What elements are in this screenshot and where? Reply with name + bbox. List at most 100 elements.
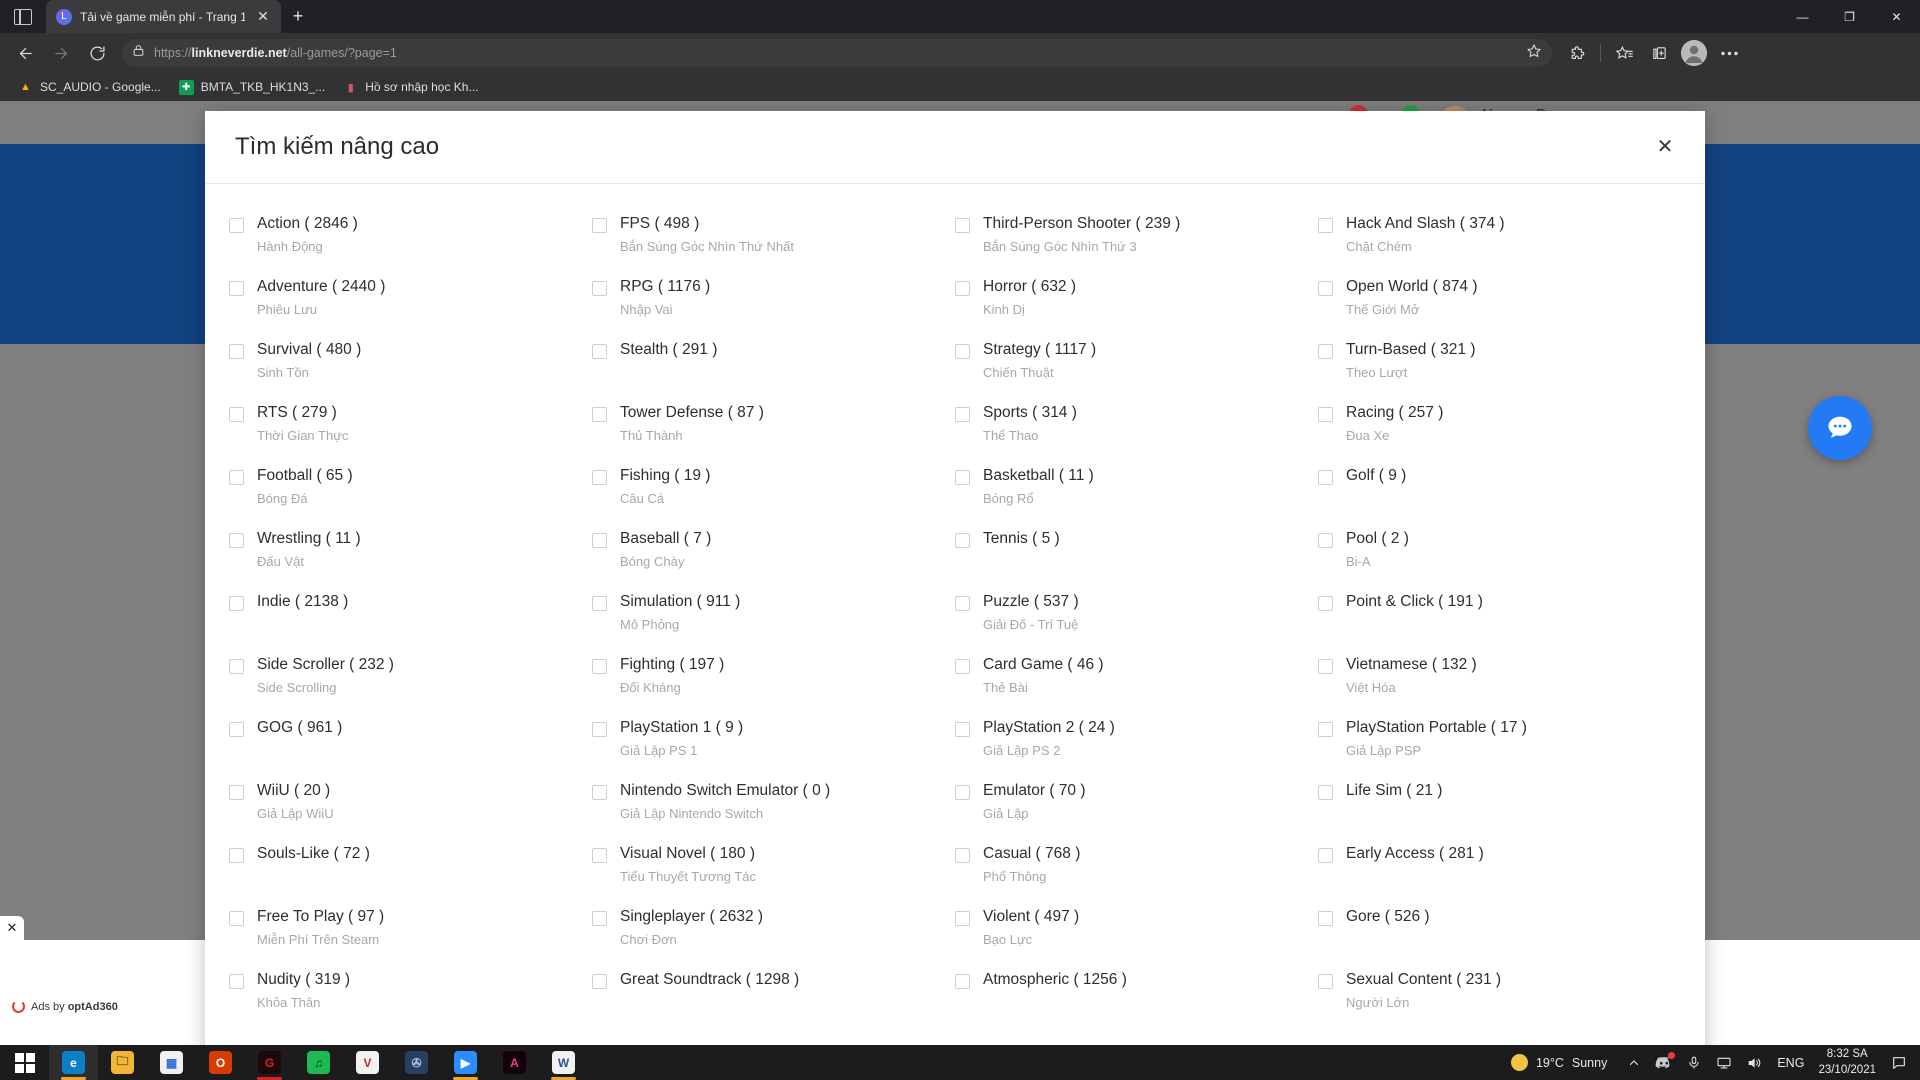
category-checkbox-item[interactable]: Wrestling ( 11 )Đấu Vật [229,529,592,592]
category-checkbox-item[interactable]: Violent ( 497 )Bạo Lực [955,907,1318,970]
category-checkbox-item[interactable]: Visual Novel ( 180 )Tiểu Thuyết Tương Tá… [592,844,955,907]
checkbox-input[interactable] [592,659,607,674]
category-checkbox-item[interactable]: Racing ( 257 )Đua Xe [1318,403,1681,466]
bookmark-item[interactable]: ▲ SC_AUDIO - Google... [10,77,169,98]
bookmark-item[interactable]: ▮ Hồ sơ nhập học Kh... [335,77,486,98]
category-checkbox-item[interactable]: Gore ( 526 ) [1318,907,1681,970]
checkbox-input[interactable] [229,911,244,926]
checkbox-input[interactable] [229,659,244,674]
checkbox-input[interactable] [955,785,970,800]
star-plus-icon[interactable] [1526,43,1542,64]
extensions-puzzle-icon[interactable] [1560,38,1594,68]
tab-close-icon[interactable]: ✕ [253,7,273,27]
checkbox-input[interactable] [1318,470,1333,485]
category-checkbox-item[interactable]: Tower Defense ( 87 )Thủ Thành [592,403,955,466]
checkbox-input[interactable] [229,344,244,359]
category-checkbox-item[interactable]: PlayStation 1 ( 9 )Giả Lập PS 1 [592,718,955,781]
checkbox-input[interactable] [592,722,607,737]
checkbox-input[interactable] [955,470,970,485]
back-arrow-icon[interactable] [8,38,42,68]
category-checkbox-item[interactable]: Survival ( 480 )Sinh Tồn [229,340,592,403]
category-checkbox-item[interactable]: Indie ( 2138 ) [229,592,592,655]
category-checkbox-item[interactable]: Basketball ( 11 )Bóng Rổ [955,466,1318,529]
close-icon[interactable]: ✕ [1652,133,1678,159]
checkbox-input[interactable] [592,848,607,863]
checkbox-input[interactable] [1318,974,1333,989]
category-checkbox-item[interactable]: WiiU ( 20 )Giả Lập WiiU [229,781,592,844]
checkbox-input[interactable] [955,344,970,359]
taskbar-app-audition[interactable]: A [490,1045,539,1080]
taskbar-app-zoom[interactable]: ▶ [441,1045,490,1080]
taskbar-app-garena[interactable]: G [245,1045,294,1080]
forward-arrow-icon[interactable] [44,38,78,68]
category-checkbox-item[interactable]: Strategy ( 1117 )Chiến Thuật [955,340,1318,403]
checkbox-input[interactable] [1318,218,1333,233]
favorites-list-icon[interactable] [1607,38,1641,68]
taskbar-app-microsoft-edge[interactable]: e [49,1045,98,1080]
category-checkbox-item[interactable]: Pool ( 2 )Bi-A [1318,529,1681,592]
category-checkbox-item[interactable]: Singleplayer ( 2632 )Chơi Đơn [592,907,955,970]
category-checkbox-item[interactable]: Nudity ( 319 )Khỏa Thân [229,970,592,1033]
checkbox-input[interactable] [955,533,970,548]
category-checkbox-item[interactable]: Horror ( 632 )Kinh Dị [955,277,1318,340]
checkbox-input[interactable] [1318,407,1333,422]
checkbox-input[interactable] [955,911,970,926]
tab-actions-button[interactable] [0,0,46,33]
checkbox-input[interactable] [1318,785,1333,800]
taskbar-app-microsoft-word[interactable]: W [539,1045,588,1080]
checkbox-input[interactable] [229,722,244,737]
checkbox-input[interactable] [1318,596,1333,611]
volume-icon[interactable] [1739,1045,1769,1080]
category-checkbox-item[interactable]: Third-Person Shooter ( 239 )Bắn Súng Góc… [955,214,1318,277]
category-checkbox-item[interactable]: Life Sim ( 21 ) [1318,781,1681,844]
checkbox-input[interactable] [229,407,244,422]
category-checkbox-item[interactable]: PlayStation Portable ( 17 )Giả Lập PSP [1318,718,1681,781]
window-maximize-button[interactable]: ❐ [1826,0,1873,33]
checkbox-input[interactable] [592,470,607,485]
checkbox-input[interactable] [955,659,970,674]
checkbox-input[interactable] [1318,848,1333,863]
address-bar[interactable]: https://linkneverdie.net/all-games/?page… [122,39,1552,67]
checkbox-input[interactable] [1318,659,1333,674]
category-checkbox-item[interactable]: Baseball ( 7 )Bóng Chày [592,529,955,592]
category-checkbox-item[interactable]: Side Scroller ( 232 )Side Scrolling [229,655,592,718]
network-icon[interactable] [1709,1045,1739,1080]
category-checkbox-item[interactable]: Action ( 2846 )Hành Động [229,214,592,277]
category-checkbox-item[interactable]: Golf ( 9 ) [1318,466,1681,529]
checkbox-input[interactable] [1318,344,1333,359]
checkbox-input[interactable] [955,407,970,422]
taskbar-app-steam[interactable]: ✇ [392,1045,441,1080]
window-minimize-button[interactable]: — [1779,0,1826,33]
more-settings-icon[interactable] [1712,38,1746,68]
bookmark-item[interactable]: ✚ BMTA_TKB_HK1N3_... [171,77,334,98]
category-checkbox-item[interactable]: Open World ( 874 )Thế Giới Mở [1318,277,1681,340]
microphone-icon[interactable] [1679,1045,1709,1080]
checkbox-input[interactable] [955,596,970,611]
discord-icon[interactable] [1649,1045,1679,1080]
window-close-button[interactable]: ✕ [1873,0,1920,33]
new-tab-button[interactable]: + [281,0,315,33]
checkbox-input[interactable] [955,848,970,863]
checkbox-input[interactable] [229,281,244,296]
category-checkbox-item[interactable]: FPS ( 498 )Bắn Súng Góc Nhìn Thứ Nhất [592,214,955,277]
checkbox-input[interactable] [592,785,607,800]
checkbox-input[interactable] [592,344,607,359]
checkbox-input[interactable] [592,596,607,611]
category-checkbox-item[interactable]: Emulator ( 70 )Giả Lập [955,781,1318,844]
category-checkbox-item[interactable]: Souls-Like ( 72 ) [229,844,592,907]
browser-tab[interactable]: L Tải về game miễn phí - Trang 1 | ✕ [46,0,281,33]
checkbox-input[interactable] [229,470,244,485]
category-checkbox-item[interactable]: Nintendo Switch Emulator ( 0 )Giả Lập Ni… [592,781,955,844]
category-checkbox-item[interactable]: Turn-Based ( 321 )Theo Lượt [1318,340,1681,403]
category-checkbox-item[interactable]: Puzzle ( 537 )Giải Đố - Trí Tuệ [955,592,1318,655]
checkbox-input[interactable] [1318,911,1333,926]
checkbox-input[interactable] [229,533,244,548]
ad-close-button[interactable]: ✕ [0,916,24,940]
category-checkbox-item[interactable]: Simulation ( 911 )Mô Phỏng [592,592,955,655]
checkbox-input[interactable] [229,848,244,863]
weather-widget[interactable]: 19°C Sunny [1499,1054,1619,1071]
checkbox-input[interactable] [592,218,607,233]
category-checkbox-item[interactable]: Atmospheric ( 1256 ) [955,970,1318,1033]
category-checkbox-item[interactable]: Fighting ( 197 )Đối Kháng [592,655,955,718]
category-checkbox-item[interactable]: Sports ( 314 )Thể Thao [955,403,1318,466]
